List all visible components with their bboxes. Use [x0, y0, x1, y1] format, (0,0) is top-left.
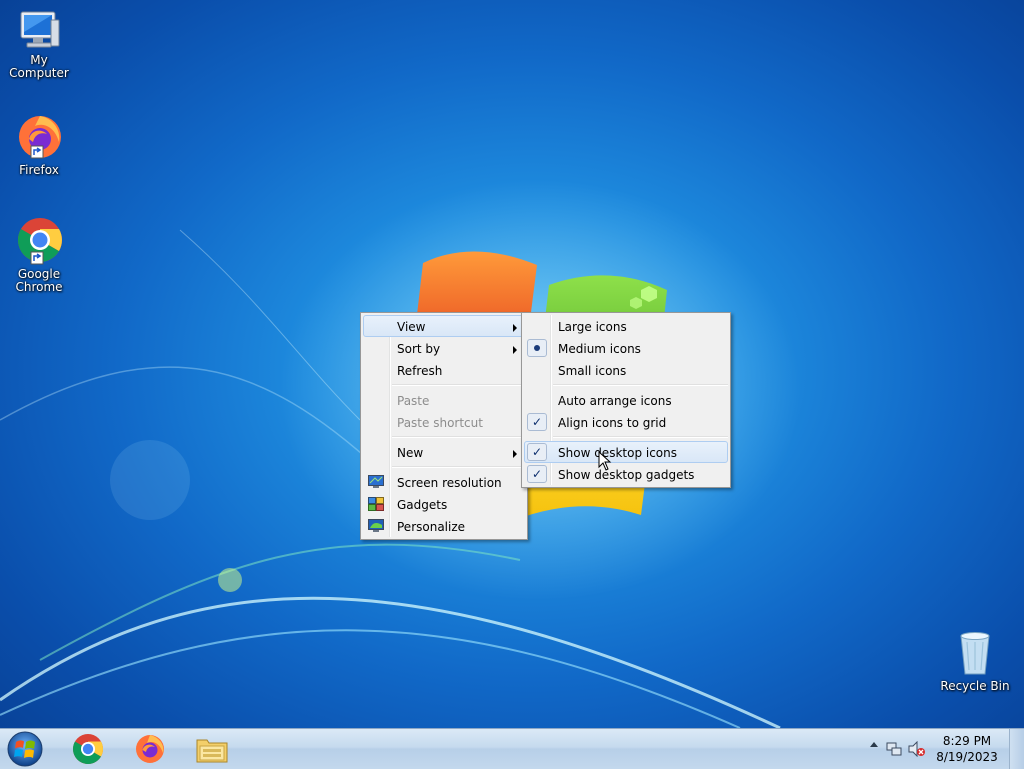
desktop-icon-recycle-bin[interactable]: Recycle Bin [936, 630, 1014, 693]
desktop-icon-label: Google Chrome [15, 267, 63, 294]
submenu-arrow-icon [513, 346, 517, 354]
menu-item-label: Gadgets [397, 498, 448, 512]
checkmark-icon: ✓ [527, 413, 547, 431]
computer-icon [20, 11, 60, 48]
firefox-icon [19, 116, 61, 159]
menu-item-label: Paste [397, 394, 430, 408]
chrome-taskbar-icon [72, 734, 104, 765]
menu-item-large-icons[interactable]: Large icons [524, 315, 728, 337]
menu-separator [392, 466, 525, 468]
show-hidden-icons-icon[interactable] [870, 742, 878, 747]
menu-item-view[interactable]: View [363, 315, 525, 337]
menu-separator [553, 384, 728, 386]
submenu-arrow-icon [513, 324, 517, 332]
gadgets-icon [368, 497, 384, 511]
menu-item-align-icons-to-grid[interactable]: ✓ Align icons to grid [524, 411, 728, 433]
taskbar-app-chrome[interactable] [64, 731, 112, 767]
menu-separator [392, 384, 525, 386]
menu-item-sort-by[interactable]: Sort by [363, 337, 525, 359]
taskbar-app-firefox[interactable] [126, 731, 174, 767]
file-explorer-taskbar-icon [196, 739, 228, 763]
menu-item-label: Show desktop icons [558, 446, 678, 460]
desktop-icon-label: Firefox [19, 163, 59, 177]
recycle-bin-icon [960, 632, 990, 675]
menu-item-label: New [397, 446, 424, 460]
menu-item-label: Paste shortcut [397, 416, 483, 430]
menu-separator [392, 436, 525, 438]
desktop-icon-label: Recycle Bin [940, 679, 1010, 693]
menu-item-label: View [397, 320, 426, 334]
system-tray: 8:29 PM 8/19/2023 [864, 729, 1024, 769]
menu-item-label: Personalize [397, 520, 466, 534]
menu-item-label: Align icons to grid [558, 416, 667, 430]
menu-item-label: Refresh [397, 364, 443, 378]
desktop-icon-label: My Computer [9, 53, 69, 80]
menu-item-paste-shortcut[interactable]: Paste shortcut [363, 411, 525, 433]
menu-item-label: Medium icons [558, 342, 641, 356]
clock-time: 8:29 PM [942, 734, 992, 748]
taskbar-app-file-explorer[interactable] [188, 731, 236, 767]
checkmark-icon: ✓ [527, 465, 547, 483]
menu-item-personalize[interactable]: Personalize [363, 515, 525, 537]
desktop-icon-my-computer[interactable]: My Computer [0, 8, 78, 80]
submenu-arrow-icon [513, 450, 517, 458]
menu-item-refresh[interactable]: Refresh [363, 359, 525, 381]
menu-item-show-desktop-icons[interactable]: ✓ Show desktop icons [524, 441, 728, 463]
desktop-context-menu: View Sort by Refresh Paste Paste shortcu… [360, 312, 528, 540]
view-submenu: Large icons Medium icons Small icons Aut… [521, 312, 731, 488]
menu-item-label: Small icons [558, 364, 627, 378]
menu-item-label: Screen resolution [397, 476, 502, 490]
start-button[interactable] [6, 730, 44, 768]
radio-selected-icon [527, 339, 547, 357]
checkmark-icon: ✓ [527, 443, 547, 461]
menu-item-new[interactable]: New [363, 441, 525, 463]
firefox-taskbar-icon [136, 735, 164, 763]
network-icon[interactable] [886, 741, 902, 757]
menu-item-screen-resolution[interactable]: Screen resolution [363, 471, 525, 493]
desktop-icon-google-chrome[interactable]: Google Chrome [0, 214, 78, 294]
menu-item-auto-arrange-icons[interactable]: Auto arrange icons [524, 389, 728, 411]
chrome-icon [18, 218, 62, 265]
menu-separator [553, 436, 728, 438]
desktop-icon-firefox[interactable]: Firefox [0, 112, 78, 177]
clock-date: 8/19/2023 [936, 750, 998, 764]
volume-muted-icon[interactable] [908, 741, 926, 757]
menu-item-medium-icons[interactable]: Medium icons [524, 337, 728, 359]
menu-item-paste[interactable]: Paste [363, 389, 525, 411]
screen-resolution-icon [368, 475, 384, 488]
menu-item-label: Large icons [558, 320, 627, 334]
menu-item-label: Show desktop gadgets [558, 468, 695, 482]
personalize-icon [368, 519, 384, 532]
taskbar: 8:29 PM 8/19/2023 [0, 728, 1024, 769]
clock[interactable]: 8:29 PM 8/19/2023 [932, 733, 1002, 765]
menu-item-show-desktop-gadgets[interactable]: ✓ Show desktop gadgets [524, 463, 728, 485]
menu-item-gadgets[interactable]: Gadgets [363, 493, 525, 515]
menu-item-label: Sort by [397, 342, 441, 356]
mouse-cursor-icon [598, 451, 612, 471]
menu-item-small-icons[interactable]: Small icons [524, 359, 728, 381]
menu-item-label: Auto arrange icons [558, 394, 672, 408]
show-desktop-button[interactable] [1009, 729, 1024, 769]
